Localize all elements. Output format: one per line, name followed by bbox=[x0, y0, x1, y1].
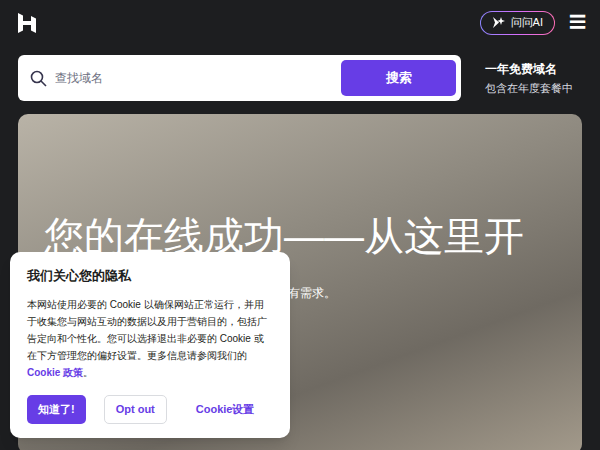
search-button[interactable]: 搜索 bbox=[341, 60, 456, 96]
promo: 一年免费域名包含在年度套餐中 bbox=[485, 60, 573, 97]
cookie-popup: 我们关心您的隐私本网站使用必要的 Cookie 以确保网站正常运行，并用于收集您… bbox=[10, 252, 290, 438]
cookie-title: 我们关心您的隐私 bbox=[27, 266, 273, 286]
ai-button[interactable]: 问问AI bbox=[480, 11, 555, 35]
ai-button-inner[interactable]: 问问AI bbox=[481, 12, 554, 34]
search-input[interactable] bbox=[55, 69, 333, 87]
sparkle-icon bbox=[492, 16, 505, 29]
header-actions: 问问AI ☰ bbox=[480, 11, 586, 35]
search-icon bbox=[30, 70, 47, 87]
header: 问问AI ☰ bbox=[0, 0, 600, 45]
hero-subtitle: 有需求。 bbox=[288, 284, 582, 302]
cookie-policy-link[interactable]: Cookie 政策 bbox=[27, 367, 83, 378]
cookie-button[interactable]: 知道了! bbox=[27, 395, 86, 424]
cookie-button[interactable]: Cookie设置 bbox=[185, 395, 266, 424]
search-box: 搜索 bbox=[18, 55, 461, 101]
promo-subtitle: 包含在年度套餐中 bbox=[485, 80, 573, 97]
ai-button-label[interactable]: 问问AI bbox=[511, 17, 543, 28]
logo-icon[interactable] bbox=[18, 13, 36, 33]
search-row: 搜索一年免费域名包含在年度套餐中 bbox=[0, 55, 600, 101]
cookie-button[interactable]: Opt out bbox=[104, 395, 167, 424]
cookie-text: 本网站使用必要的 Cookie 以确保网站正常运行，并用于收集您与网站互动的数据… bbox=[27, 299, 267, 361]
cookie-body: 本网站使用必要的 Cookie 以确保网站正常运行，并用于收集您与网站互动的数据… bbox=[27, 296, 273, 381]
promo-title: 一年免费域名 bbox=[485, 60, 573, 78]
cookie-text-end: 。 bbox=[83, 367, 93, 378]
cookie-buttons: 知道了! Opt out Cookie设置 bbox=[27, 395, 273, 424]
menu-icon[interactable]: ☰ bbox=[569, 14, 586, 31]
